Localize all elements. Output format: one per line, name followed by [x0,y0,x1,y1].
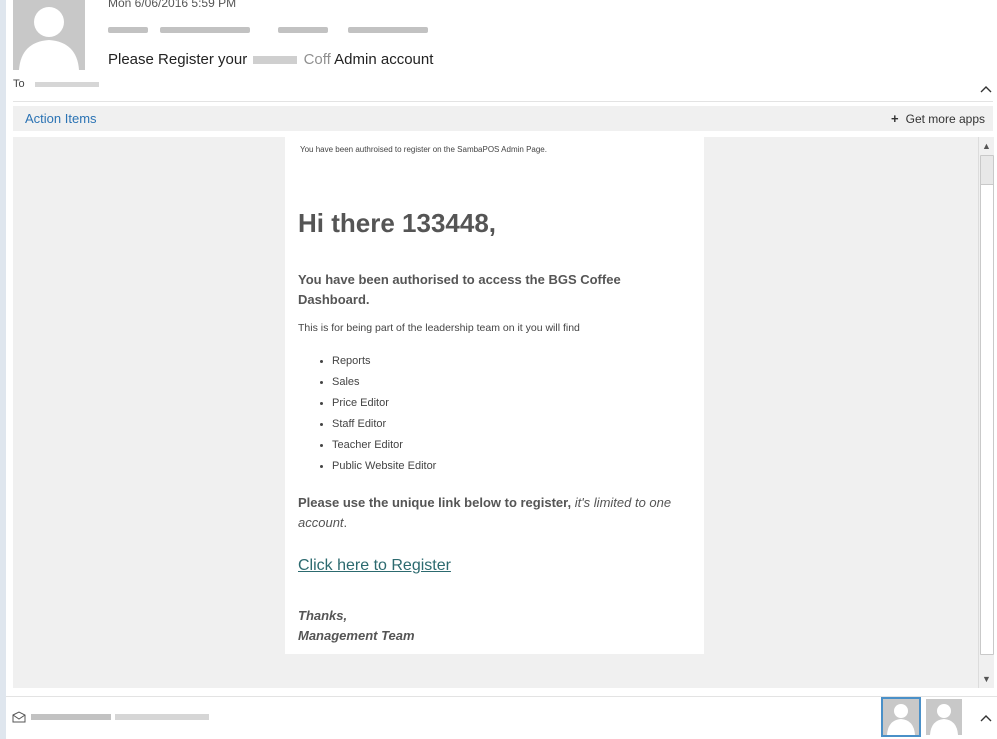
subject-mid: Coff [303,51,331,68]
instructions-bold: Please use the unique link below to regi… [298,495,572,510]
people-pane-divider [6,696,997,697]
register-instructions: Please use the unique link below to regi… [298,493,693,533]
get-more-apps-label: Get more apps [905,112,985,126]
list-item: Teacher Editor [332,438,436,459]
people-pane-sender-redacted [31,710,211,722]
greeting-heading: Hi there 133448, [298,208,497,238]
people-avatar[interactable] [926,699,962,735]
instructions-period: . [343,515,348,530]
action-items-link[interactable]: Action Items [25,111,97,126]
subject-end: Admin account [334,51,434,68]
thanks-text: Thanks, [298,608,348,623]
feature-list: Reports Sales Price Editor Staff Editor … [298,354,436,480]
intro-text: This is for being part of the leadership… [298,322,580,334]
register-link[interactable]: Click here to Register [298,557,451,575]
action-bar: Action Items + Get more apps [13,106,993,131]
person-icon [930,704,958,735]
subject-redaction [253,56,298,65]
team-name: Management Team [298,628,415,643]
people-avatar-selected[interactable] [881,697,921,737]
list-item: Reports [332,354,436,375]
vertical-scrollbar[interactable]: ▲ ▼ [978,137,994,688]
authorised-message: You have been authorised to access the B… [298,272,621,307]
email-subject: Please Register your Coff Admin account [108,51,433,68]
signoff: Thanks, Management Team [298,606,415,646]
sender-line-redacted [108,18,438,36]
collapse-header-icon[interactable] [979,83,993,97]
email-content: You have been authroised to register on … [285,137,704,654]
list-item: Price Editor [332,396,436,417]
person-icon [887,704,915,735]
scroll-down-button[interactable]: ▼ [979,671,994,687]
scroll-up-button[interactable]: ▲ [979,138,994,154]
scroll-thumb[interactable] [980,155,994,655]
plus-icon: + [891,111,899,126]
received-date: Mon 6/06/2016 5:59 PM [108,0,237,10]
header-divider [13,101,993,102]
subject-start: Please Register your [108,51,248,68]
list-item: Sales [332,375,436,396]
list-item: Staff Editor [332,417,436,438]
preheader-text: You have been authroised to register on … [300,145,547,154]
list-item: Public Website Editor [332,459,436,480]
get-more-apps-button[interactable]: + Get more apps [891,111,985,126]
to-label: To [13,78,25,90]
scroll-thumb-grip[interactable] [981,156,993,185]
person-icon [19,7,79,70]
expand-people-pane-icon[interactable] [979,712,993,726]
to-recipient-redacted [35,82,99,87]
envelope-icon [12,711,26,723]
sender-avatar [13,0,85,70]
left-rail [0,0,6,739]
